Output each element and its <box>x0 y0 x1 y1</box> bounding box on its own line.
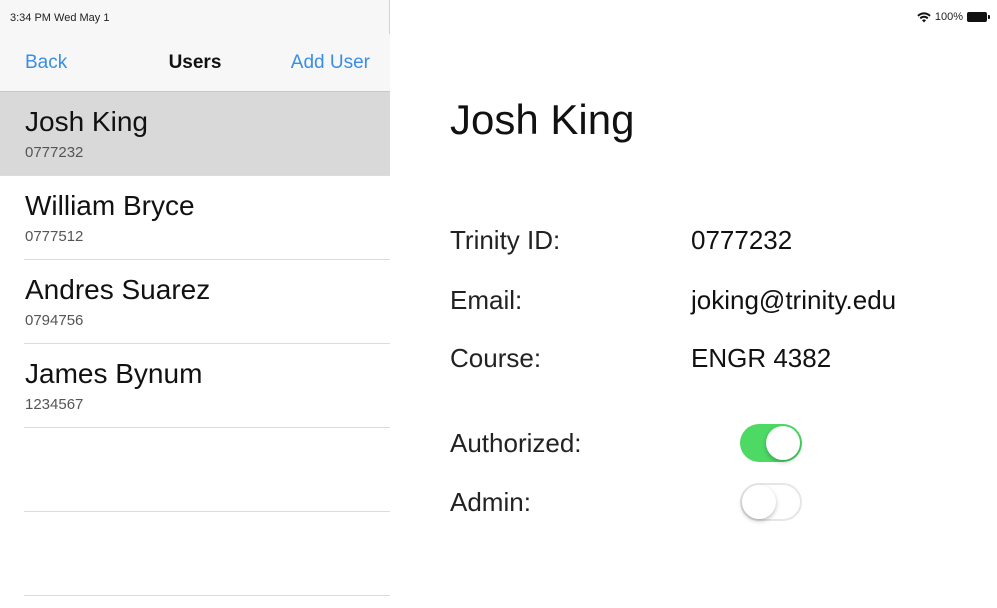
admin-label: Admin: <box>450 487 531 517</box>
user-row-josh-king[interactable]: Josh King 0777232 <box>0 92 390 176</box>
user-name: James Bynum <box>25 358 203 389</box>
trinity-id-value: 0777232 <box>691 225 793 255</box>
empty-row <box>0 512 390 596</box>
user-list: Josh King 0777232 William Bryce 0777512 … <box>0 92 390 608</box>
user-name: Andres Suarez <box>25 274 211 305</box>
email-label: Email: <box>450 285 523 315</box>
course-value: ENGR 4382 <box>691 343 832 373</box>
navigation-bar: Back Users Add User <box>0 34 390 92</box>
row-separator <box>24 595 390 596</box>
add-user-button[interactable]: Add User <box>291 52 370 74</box>
email-value: joking@trinity.edu <box>691 285 897 315</box>
user-id: 0777512 <box>25 228 84 245</box>
user-id: 1234567 <box>25 396 84 413</box>
status-indicators: 100% <box>917 11 990 23</box>
admin-toggle[interactable] <box>740 483 802 521</box>
user-name: William Bryce <box>25 190 195 221</box>
user-row-andres-suarez[interactable]: Andres Suarez 0794756 <box>0 260 390 344</box>
battery-percent: 100% <box>934 11 963 23</box>
screen: 3:34 PM Wed May 1 Back Users Add User Jo… <box>0 0 997 608</box>
master-pane: 3:34 PM Wed May 1 Back Users Add User Jo… <box>0 0 390 608</box>
user-id: 0794756 <box>25 312 84 329</box>
authorized-label: Authorized: <box>450 428 582 458</box>
trinity-id-label: Trinity ID: <box>450 225 561 255</box>
authorized-toggle[interactable] <box>740 424 802 462</box>
user-row-william-bryce[interactable]: William Bryce 0777512 <box>0 176 390 260</box>
toggle-knob <box>742 485 776 519</box>
user-name: Josh King <box>25 106 148 137</box>
detail-pane: Josh King Trinity ID: 0777232 Email: jok… <box>391 0 997 608</box>
user-id: 0777232 <box>25 144 84 161</box>
user-row-james-bynum[interactable]: James Bynum 1234567 <box>0 344 390 428</box>
empty-row <box>0 428 390 512</box>
wifi-icon <box>917 11 931 22</box>
battery-icon <box>967 12 990 22</box>
course-label: Course: <box>450 343 542 373</box>
toggle-knob <box>766 426 800 460</box>
status-time: 3:34 PM Wed May 1 <box>10 12 110 24</box>
detail-user-name: Josh King <box>450 96 635 143</box>
